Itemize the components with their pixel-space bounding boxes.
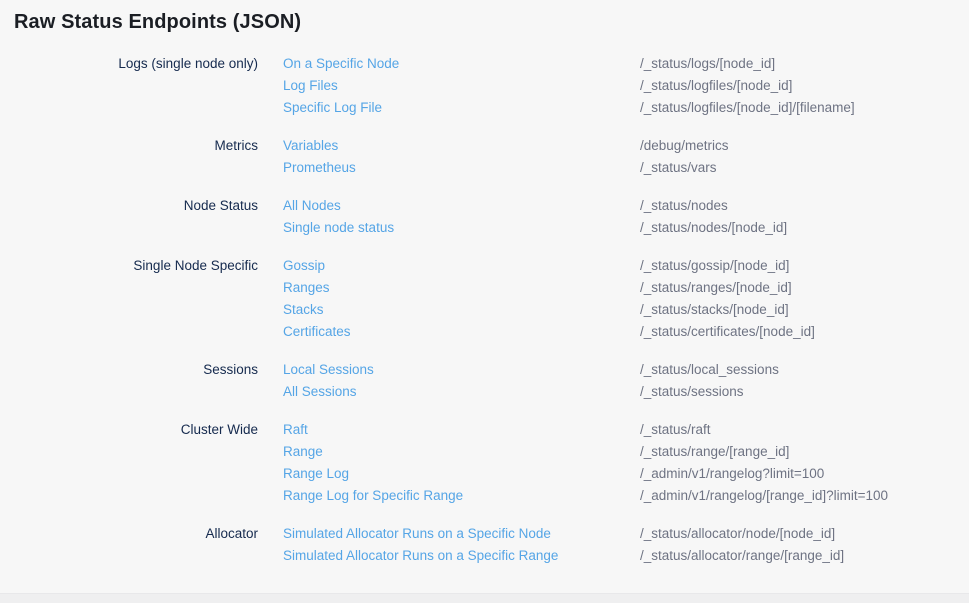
endpoint-path: /_status/raft xyxy=(640,419,969,441)
endpoint-path: /_status/logfiles/[node_id]/[filename] xyxy=(640,97,969,119)
endpoint-paths-column: /_status/gossip/[node_id]/_status/ranges… xyxy=(640,255,969,343)
category-label: Single Node Specific xyxy=(0,255,258,277)
endpoint-link[interactable]: All Sessions xyxy=(283,381,640,403)
endpoint-link[interactable]: Stacks xyxy=(283,299,640,321)
endpoint-link[interactable]: Variables xyxy=(283,135,640,157)
endpoint-paths-column: /_status/nodes/_status/nodes/[node_id] xyxy=(640,195,969,239)
endpoint-table: Logs (single node only) On a Specific No… xyxy=(0,53,969,583)
category-label: Cluster Wide xyxy=(0,419,258,441)
endpoint-link[interactable]: Gossip xyxy=(283,255,640,277)
endpoint-group: Single Node Specific GossipRangesStacksC… xyxy=(0,255,969,343)
endpoint-paths-column: /_status/logs/[node_id]/_status/logfiles… xyxy=(640,53,969,119)
endpoint-path: /_status/range/[range_id] xyxy=(640,441,969,463)
endpoint-group: Sessions Local SessionsAll Sessions /_st… xyxy=(0,359,969,403)
endpoint-links-column: RaftRangeRange LogRange Log for Specific… xyxy=(283,419,640,507)
endpoint-path: /_status/local_sessions xyxy=(640,359,969,381)
endpoint-path: /_status/nodes/[node_id] xyxy=(640,217,969,239)
endpoint-link[interactable]: Simulated Allocator Runs on a Specific N… xyxy=(283,523,640,545)
endpoint-links-column: GossipRangesStacksCertificates xyxy=(283,255,640,343)
endpoint-group: Logs (single node only) On a Specific No… xyxy=(0,53,969,119)
endpoint-path: /_status/logfiles/[node_id] xyxy=(640,75,969,97)
page-title: Raw Status Endpoints (JSON) xyxy=(14,11,301,34)
endpoint-link[interactable]: Prometheus xyxy=(283,157,640,179)
endpoint-path: /_admin/v1/rangelog/[range_id]?limit=100 xyxy=(640,485,969,507)
endpoint-link[interactable]: Range xyxy=(283,441,640,463)
endpoint-path: /_status/certificates/[node_id] xyxy=(640,321,969,343)
endpoint-link[interactable]: Certificates xyxy=(283,321,640,343)
category-label: Logs (single node only) xyxy=(0,53,258,75)
endpoint-link[interactable]: Specific Log File xyxy=(283,97,640,119)
endpoint-link[interactable]: Ranges xyxy=(283,277,640,299)
endpoint-path: /_admin/v1/rangelog?limit=100 xyxy=(640,463,969,485)
endpoint-path: /_status/ranges/[node_id] xyxy=(640,277,969,299)
endpoint-link[interactable]: Range Log for Specific Range xyxy=(283,485,640,507)
endpoint-group: Metrics VariablesPrometheus /debug/metri… xyxy=(0,135,969,179)
category-label: Metrics xyxy=(0,135,258,157)
endpoint-path: /_status/allocator/node/[node_id] xyxy=(640,523,969,545)
endpoint-links-column: VariablesPrometheus xyxy=(283,135,640,179)
endpoint-group: Node Status All NodesSingle node status … xyxy=(0,195,969,239)
endpoint-link[interactable]: Range Log xyxy=(283,463,640,485)
category-label: Sessions xyxy=(0,359,258,381)
endpoint-link[interactable]: On a Specific Node xyxy=(283,53,640,75)
endpoint-paths-column: /_status/local_sessions/_status/sessions xyxy=(640,359,969,403)
endpoint-paths-column: /_status/allocator/node/[node_id]/_statu… xyxy=(640,523,969,567)
raw-status-endpoints-page: Raw Status Endpoints (JSON) Logs (single… xyxy=(0,0,969,603)
endpoint-path: /_status/logs/[node_id] xyxy=(640,53,969,75)
endpoint-links-column: Local SessionsAll Sessions xyxy=(283,359,640,403)
endpoint-path: /_status/gossip/[node_id] xyxy=(640,255,969,277)
endpoint-link[interactable]: Log Files xyxy=(283,75,640,97)
next-section-edge xyxy=(0,593,969,603)
endpoint-path: /debug/metrics xyxy=(640,135,969,157)
endpoint-path: /_status/allocator/range/[range_id] xyxy=(640,545,969,567)
category-label: Node Status xyxy=(0,195,258,217)
category-label: Allocator xyxy=(0,523,258,545)
endpoint-links-column: Simulated Allocator Runs on a Specific N… xyxy=(283,523,640,567)
endpoint-link[interactable]: Local Sessions xyxy=(283,359,640,381)
endpoint-group: Cluster Wide RaftRangeRange LogRange Log… xyxy=(0,419,969,507)
endpoint-links-column: On a Specific NodeLog FilesSpecific Log … xyxy=(283,53,640,119)
endpoint-link[interactable]: Raft xyxy=(283,419,640,441)
endpoint-paths-column: /debug/metrics/_status/vars xyxy=(640,135,969,179)
endpoint-paths-column: /_status/raft/_status/range/[range_id]/_… xyxy=(640,419,969,507)
endpoint-link[interactable]: All Nodes xyxy=(283,195,640,217)
endpoint-path: /_status/nodes xyxy=(640,195,969,217)
endpoint-path: /_status/stacks/[node_id] xyxy=(640,299,969,321)
endpoint-links-column: All NodesSingle node status xyxy=(283,195,640,239)
endpoint-link[interactable]: Simulated Allocator Runs on a Specific R… xyxy=(283,545,640,567)
endpoint-group: Allocator Simulated Allocator Runs on a … xyxy=(0,523,969,567)
endpoint-link[interactable]: Single node status xyxy=(283,217,640,239)
endpoint-path: /_status/sessions xyxy=(640,381,969,403)
endpoint-path: /_status/vars xyxy=(640,157,969,179)
